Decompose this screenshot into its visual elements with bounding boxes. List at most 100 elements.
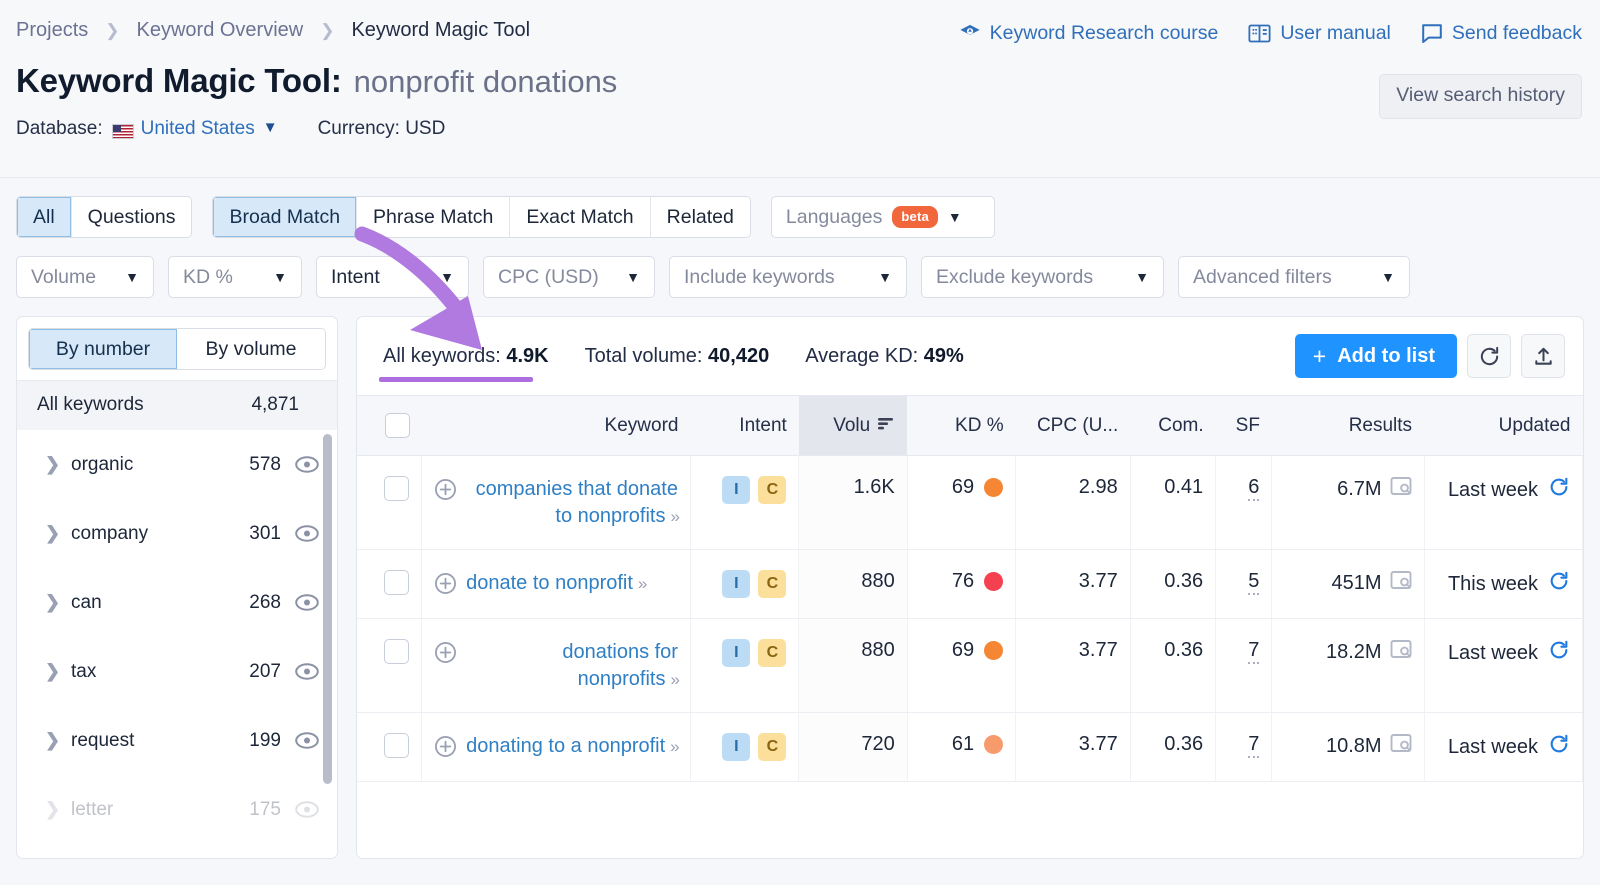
tab-exact-match[interactable]: Exact Match xyxy=(510,197,651,237)
table-row[interactable]: companies that donate to nonprofits» I C… xyxy=(357,455,1583,551)
refresh-icon[interactable] xyxy=(1548,476,1570,504)
sidebar-scrollbar[interactable] xyxy=(323,434,332,784)
add-to-list-button[interactable]: + Add to list xyxy=(1294,334,1457,378)
export-icon[interactable] xyxy=(1521,334,1565,378)
column-header-sf[interactable]: SF xyxy=(1215,395,1272,456)
keyword-link[interactable]: donations for nonprofits» xyxy=(466,639,681,692)
tab-phrase-match[interactable]: Phrase Match xyxy=(357,197,511,237)
column-header-keyword[interactable]: Keyword xyxy=(421,395,691,456)
database-value[interactable]: United States xyxy=(141,118,255,140)
languages-dropdown[interactable]: Languages beta ▼ xyxy=(770,196,995,238)
eye-icon[interactable] xyxy=(295,594,319,611)
sidebar-item-company[interactable]: ❯ company 301 xyxy=(17,499,337,568)
add-keyword-icon[interactable] xyxy=(434,572,457,595)
add-keyword-icon[interactable] xyxy=(434,478,457,501)
sidebar-item-request[interactable]: ❯ request 199 xyxy=(17,706,337,775)
column-header-kd[interactable]: KD % xyxy=(907,395,1016,456)
keyword-link[interactable]: companies that donate to nonprofits» xyxy=(466,476,681,529)
include-keywords-dropdown[interactable]: Include keywords ▼ xyxy=(669,256,907,298)
sf-value[interactable]: 5 xyxy=(1248,570,1260,596)
keyword-research-course-link[interactable]: Keyword Research course xyxy=(959,22,1218,45)
refresh-icon[interactable] xyxy=(1548,570,1570,598)
double-chevron-right-icon[interactable]: » xyxy=(638,574,648,593)
intent-badge-commercial[interactable]: C xyxy=(758,639,787,668)
double-chevron-right-icon[interactable]: » xyxy=(671,507,681,526)
add-keyword-icon[interactable] xyxy=(434,735,457,758)
tab-related[interactable]: Related xyxy=(650,197,750,237)
intent-badge-informational[interactable]: I xyxy=(722,639,751,668)
chevron-right-icon[interactable]: ❯ xyxy=(45,799,71,820)
column-header-intent[interactable]: Intent xyxy=(690,395,799,456)
chevron-right-icon[interactable]: ❯ xyxy=(45,454,71,475)
intent-badge-informational[interactable]: I xyxy=(722,476,751,504)
serp-preview-icon[interactable] xyxy=(1390,476,1412,502)
select-all-checkbox[interactable] xyxy=(384,413,410,438)
sf-value[interactable]: 6 xyxy=(1248,476,1260,501)
eye-icon[interactable] xyxy=(295,456,319,473)
refresh-icon[interactable] xyxy=(1467,334,1511,378)
column-header-cpc[interactable]: CPC (U... xyxy=(1015,395,1131,456)
eye-icon[interactable] xyxy=(295,525,319,542)
add-keyword-icon[interactable] xyxy=(434,641,457,664)
refresh-icon[interactable] xyxy=(1548,639,1570,667)
table-row[interactable]: donate to nonprofit» I C 880 76 3.77 0.3… xyxy=(357,549,1583,620)
sidebar-toggle-by-number[interactable]: By number xyxy=(29,329,177,369)
chevron-right-icon[interactable]: ❯ xyxy=(45,730,71,751)
intent-badge-commercial[interactable]: C xyxy=(758,733,787,762)
sidebar-item-can[interactable]: ❯ can 268 xyxy=(17,568,337,637)
exclude-keywords-dropdown[interactable]: Exclude keywords ▼ xyxy=(921,256,1164,298)
volume-filter-dropdown[interactable]: Volume ▼ xyxy=(16,256,154,298)
sort-descending-icon[interactable] xyxy=(876,415,895,437)
sidebar-item-all-keywords[interactable]: All keywords 4,871 xyxy=(17,380,337,430)
kd-filter-dropdown[interactable]: KD % ▼ xyxy=(168,256,302,298)
user-manual-link[interactable]: User manual xyxy=(1248,22,1391,45)
serp-preview-icon[interactable] xyxy=(1390,570,1412,596)
refresh-icon[interactable] xyxy=(1548,733,1570,761)
table-row[interactable]: donations for nonprofits» I C 880 69 3.7… xyxy=(357,618,1583,714)
chevron-right-icon[interactable]: ❯ xyxy=(45,523,71,544)
row-checkbox[interactable] xyxy=(384,570,410,596)
intent-badge-informational[interactable]: I xyxy=(722,733,751,762)
row-checkbox[interactable] xyxy=(384,476,410,501)
eye-icon[interactable] xyxy=(295,732,319,749)
cpc-filter-dropdown[interactable]: CPC (USD) ▼ xyxy=(483,256,655,298)
column-header-com[interactable]: Com. xyxy=(1130,395,1216,456)
table-row[interactable]: donating to a nonprofit» I C 720 61 3.77… xyxy=(357,712,1583,783)
intent-badge-commercial[interactable]: C xyxy=(758,570,787,599)
double-chevron-right-icon[interactable]: » xyxy=(670,737,680,756)
sf-value[interactable]: 7 xyxy=(1248,733,1260,759)
keyword-link[interactable]: donating to a nonprofit» xyxy=(466,733,680,760)
eye-icon[interactable] xyxy=(295,663,319,680)
sidebar-item-tax[interactable]: ❯ tax 207 xyxy=(17,637,337,706)
chevron-right-icon[interactable]: ❯ xyxy=(45,592,71,613)
intent-badges: I C xyxy=(703,570,787,599)
tab-broad-match[interactable]: Broad Match xyxy=(213,197,358,237)
column-header-volume[interactable]: Volu xyxy=(798,395,908,456)
serp-preview-icon[interactable] xyxy=(1390,639,1412,665)
breadcrumb-item-keyword-overview[interactable]: Keyword Overview xyxy=(137,20,304,40)
row-checkbox[interactable] xyxy=(384,733,410,759)
chevron-down-icon[interactable]: ▼ xyxy=(263,119,278,136)
tab-questions[interactable]: Questions xyxy=(71,197,192,237)
advanced-filters-dropdown[interactable]: Advanced filters ▼ xyxy=(1178,256,1410,298)
column-header-updated[interactable]: Updated xyxy=(1424,395,1583,456)
send-feedback-link[interactable]: Send feedback xyxy=(1421,22,1582,45)
intent-badge-informational[interactable]: I xyxy=(722,570,751,599)
tab-all[interactable]: All xyxy=(17,197,72,237)
intent-filter-dropdown[interactable]: Intent ▼ xyxy=(316,256,469,298)
sidebar-toggle-by-volume[interactable]: By volume xyxy=(177,329,325,369)
breadcrumb-item-projects[interactable]: Projects xyxy=(16,20,88,40)
chevron-right-icon[interactable]: ❯ xyxy=(45,661,71,682)
eye-icon[interactable] xyxy=(295,801,319,818)
row-checkbox[interactable] xyxy=(384,639,410,665)
view-search-history-button[interactable]: View search history xyxy=(1379,74,1582,119)
intent-badge-commercial[interactable]: C xyxy=(758,476,787,504)
serp-preview-icon[interactable] xyxy=(1390,733,1412,759)
kd-cell: 61 xyxy=(907,712,1017,783)
sidebar-item-organic[interactable]: ❯ organic 578 xyxy=(17,430,337,499)
sidebar-item-letter[interactable]: ❯ letter 175 xyxy=(17,775,337,844)
sf-value[interactable]: 7 xyxy=(1248,639,1260,665)
column-header-results[interactable]: Results xyxy=(1271,395,1425,456)
double-chevron-right-icon[interactable]: » xyxy=(671,670,681,689)
keyword-link[interactable]: donate to nonprofit » xyxy=(466,570,648,597)
